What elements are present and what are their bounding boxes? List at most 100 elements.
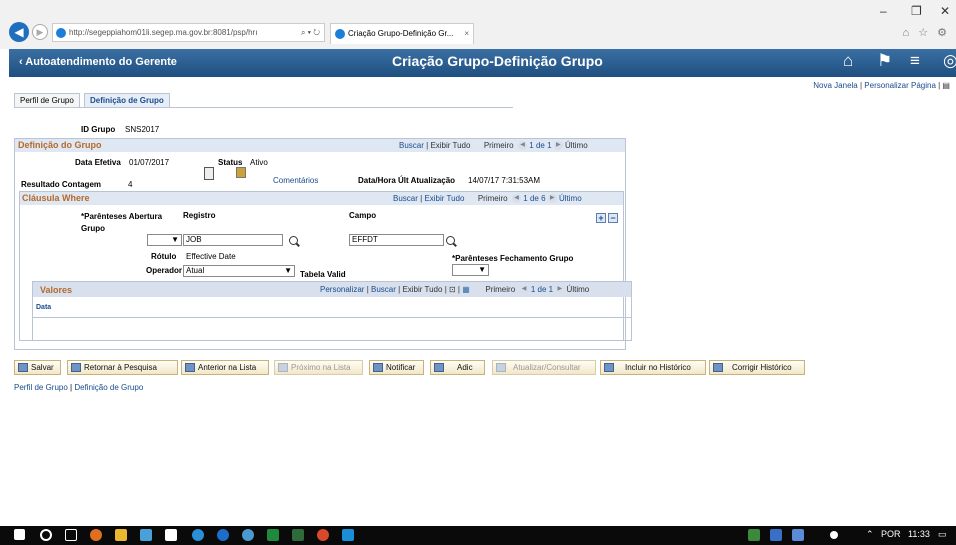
update-display-button[interactable]: Atualizar/Consultar bbox=[492, 360, 596, 375]
language-indicator[interactable]: POR bbox=[881, 529, 901, 539]
task-view-icon[interactable] bbox=[65, 529, 77, 541]
ie-taskbar-icon[interactable] bbox=[192, 529, 204, 541]
previous-in-list-button[interactable]: Anterior na Lista bbox=[181, 360, 269, 375]
open-paren-select[interactable]: ▼ bbox=[147, 234, 182, 246]
row-count: 1 de 1 bbox=[529, 141, 552, 150]
back-to-manager-link[interactable]: ‹ Autoatendimento do Gerente bbox=[19, 56, 177, 68]
browser-forward-button[interactable]: ▶ bbox=[32, 24, 48, 40]
menu-icon[interactable]: ≡ bbox=[910, 51, 920, 71]
view-all-link[interactable]: Exibir Tudo bbox=[430, 141, 470, 150]
browser-back-button[interactable]: ◀ bbox=[9, 22, 29, 42]
find-link[interactable]: Buscar bbox=[371, 285, 396, 294]
notifications-icon[interactable]: ▭ bbox=[938, 529, 947, 540]
close-window-button[interactable]: ✕ bbox=[940, 4, 950, 18]
prev-icon[interactable]: ◀ bbox=[519, 285, 529, 295]
close-paren-select[interactable]: ▼ bbox=[452, 264, 489, 276]
correct-history-button[interactable]: Corrigir Histórico bbox=[709, 360, 805, 375]
prev-icon[interactable]: ◀ bbox=[512, 194, 522, 204]
find-link[interactable]: Buscar bbox=[393, 194, 418, 203]
record-label: Registro bbox=[183, 211, 216, 220]
store-icon[interactable] bbox=[165, 529, 177, 541]
excel-icon[interactable] bbox=[267, 529, 279, 541]
effective-date-label: Data Efetiva bbox=[75, 158, 121, 167]
project-icon[interactable] bbox=[292, 529, 304, 541]
previous-icon bbox=[185, 363, 195, 372]
history-icon bbox=[604, 363, 614, 372]
include-history-button[interactable]: Incluir no Histórico bbox=[600, 360, 706, 375]
new-window-link[interactable]: Nova Janela bbox=[813, 81, 857, 90]
chevron-down-icon: ▼ bbox=[171, 235, 179, 244]
firefox-icon[interactable] bbox=[90, 529, 102, 541]
app-icon[interactable] bbox=[317, 529, 329, 541]
browser-toolbar-icons[interactable]: ⌂ ☆ ⚙ bbox=[903, 26, 950, 39]
minimize-button[interactable]: – bbox=[880, 4, 887, 18]
delete-row-button[interactable]: − bbox=[608, 213, 618, 223]
home-icon[interactable]: ⌂ bbox=[843, 51, 853, 71]
start-icon[interactable] bbox=[14, 529, 25, 540]
return-to-search-button[interactable]: Retornar à Pesquisa bbox=[67, 360, 178, 375]
next-icon[interactable]: ▶ bbox=[553, 141, 563, 151]
last-label: Último bbox=[566, 285, 590, 294]
correct-history-label: Corrigir Histórico bbox=[732, 363, 792, 372]
prev-icon[interactable]: ◀ bbox=[518, 141, 528, 151]
personalize-page-link[interactable]: Personalizar Página bbox=[864, 81, 936, 90]
tab-group-definition[interactable]: Definição de Grupo bbox=[84, 93, 170, 108]
save-icon bbox=[18, 363, 28, 372]
tray-app-icon[interactable] bbox=[770, 529, 782, 541]
zoom-icon[interactable]: ⊡ bbox=[449, 285, 456, 294]
search-icon[interactable] bbox=[40, 529, 52, 541]
document-icon[interactable] bbox=[204, 167, 214, 180]
find-link[interactable]: Buscar bbox=[399, 141, 424, 150]
last-label: Último bbox=[565, 141, 588, 150]
tray-app-icon[interactable] bbox=[792, 529, 804, 541]
record-input[interactable]: JOB bbox=[183, 234, 283, 246]
tray-dot-icon[interactable] bbox=[830, 531, 838, 539]
last-label[interactable]: Último bbox=[559, 194, 582, 203]
edge-icon[interactable] bbox=[217, 529, 229, 541]
view-all-link[interactable]: Exibir Tudo bbox=[424, 194, 464, 203]
top-links: Nova Janela | Personalizar Página | ▤ bbox=[813, 81, 950, 90]
flag-icon[interactable]: ⚑ bbox=[877, 51, 892, 71]
save-button[interactable]: Salvar bbox=[14, 360, 61, 375]
ie-icon bbox=[335, 29, 345, 39]
next-icon bbox=[278, 363, 288, 372]
view-all-link[interactable]: Exibir Tudo bbox=[402, 285, 442, 294]
tab-group-profile[interactable]: Perfil de Grupo bbox=[14, 93, 80, 108]
record-lookup-icon[interactable] bbox=[289, 236, 298, 245]
address-text: http://segeppiahom01li.segep.ma.gov.br:8… bbox=[69, 28, 258, 37]
chrome-icon[interactable] bbox=[242, 529, 254, 541]
id-group-label: ID Grupo bbox=[81, 125, 116, 134]
field-input[interactable]: EFFDT bbox=[349, 234, 444, 246]
address-controls[interactable]: ⌕ ▾ ↻ bbox=[301, 24, 320, 41]
tray-app-icon[interactable] bbox=[748, 529, 760, 541]
tab-close-icon[interactable]: × bbox=[464, 24, 469, 44]
address-bar[interactable]: http://segeppiahom01li.segep.ma.gov.br:8… bbox=[52, 23, 325, 42]
row-count: 1 de 1 bbox=[530, 285, 554, 294]
personalize-link[interactable]: Personalizar bbox=[320, 285, 364, 294]
add-button[interactable]: Adic bbox=[430, 360, 485, 375]
notes-icon[interactable] bbox=[236, 167, 246, 178]
folder-icon[interactable] bbox=[115, 529, 127, 541]
browser-tab[interactable]: Criação Grupo-Definição Gr... × bbox=[330, 23, 474, 44]
comments-link[interactable]: Comentários bbox=[273, 176, 318, 185]
skype-icon[interactable] bbox=[342, 529, 354, 541]
result-count-label: Resultado Contagem bbox=[21, 180, 102, 189]
next-in-list-button[interactable]: Próximo na Lista bbox=[274, 360, 363, 375]
effective-date-value: 01/07/2017 bbox=[129, 158, 170, 167]
clock[interactable]: 11:33 bbox=[908, 529, 930, 539]
open-paren-label: *Parênteses Abertura Grupo bbox=[81, 212, 163, 233]
next-icon[interactable]: ▶ bbox=[547, 194, 557, 204]
field-lookup-icon[interactable] bbox=[446, 236, 455, 245]
next-icon[interactable]: ▶ bbox=[555, 285, 565, 295]
people-icon[interactable] bbox=[140, 529, 152, 541]
operator-select[interactable]: Atual ▼ bbox=[183, 265, 295, 277]
bottom-link-group-profile[interactable]: Perfil de Grupo bbox=[14, 383, 68, 392]
add-row-button[interactable]: + bbox=[596, 213, 606, 223]
tray-caret-icon[interactable]: ⌃ bbox=[866, 529, 874, 540]
column-date-header[interactable]: Data bbox=[36, 304, 51, 311]
notify-button[interactable]: Notificar bbox=[369, 360, 424, 375]
download-icon[interactable]: ▦ bbox=[462, 285, 470, 294]
compass-icon[interactable]: ◎ bbox=[943, 51, 956, 71]
bottom-link-group-definition[interactable]: Definição de Grupo bbox=[74, 383, 143, 392]
restore-button[interactable]: ❐ bbox=[911, 4, 922, 18]
